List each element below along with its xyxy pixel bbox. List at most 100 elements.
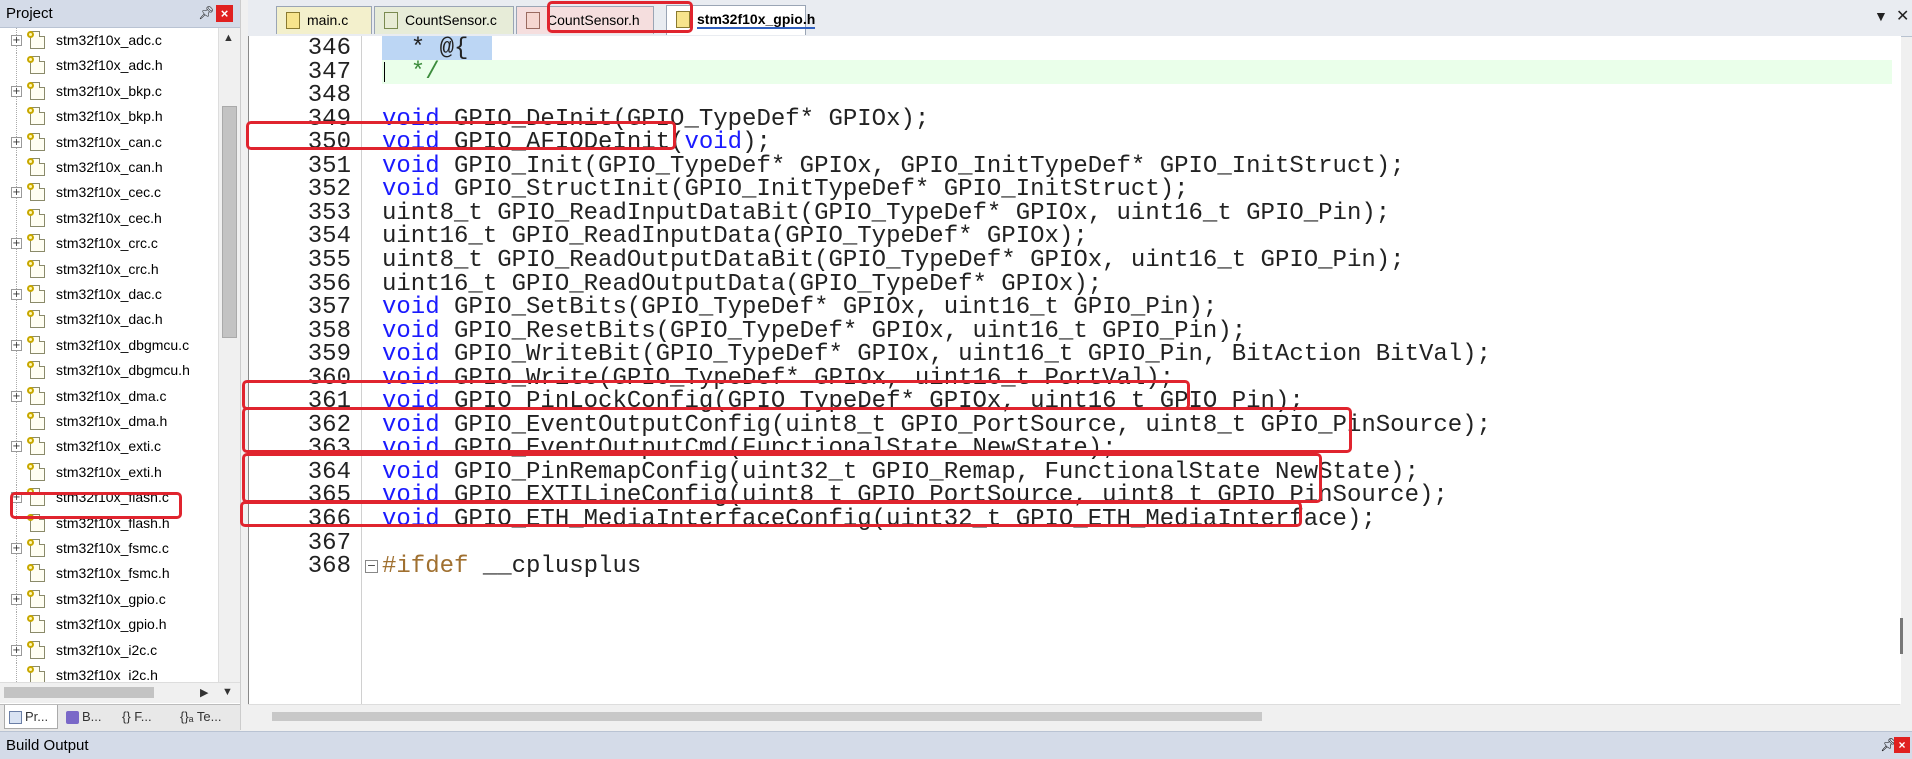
tree-hscroll-thumb[interactable] [4, 687, 154, 698]
tree-file-item[interactable]: stm32f10x_dac.h [0, 307, 218, 333]
tree-file-label: stm32f10x_dma.h [56, 413, 168, 429]
key-icon [27, 335, 34, 343]
tree-file-item[interactable]: + stm32f10x_can.c [0, 129, 218, 155]
file-icon [27, 640, 45, 659]
tree-file-item[interactable]: + stm32f10x_fsmc.c [0, 536, 218, 561]
code-line[interactable]: #ifdef __cplusplus [382, 552, 641, 581]
tab-books[interactable]: B... [62, 705, 114, 729]
tree-file-item[interactable]: stm32f10x_cec.h [0, 205, 218, 231]
close-icon[interactable]: × [1894, 737, 1910, 753]
tree-file-label: stm32f10x_dac.h [56, 311, 163, 328]
expand-icon[interactable]: + [11, 441, 22, 453]
scroll-right-arrow-icon[interactable]: ▶ [200, 686, 208, 699]
file-icon [27, 539, 45, 557]
tree-file-item[interactable]: + stm32f10x_exti.c [0, 434, 218, 460]
tree-file-item[interactable]: stm32f10x_gpio.h [0, 612, 218, 638]
pin-icon[interactable]: 📌︎ [198, 5, 215, 21]
tree-file-item[interactable]: stm32f10x_adc.h [0, 53, 218, 79]
file-icon [27, 615, 45, 634]
expand-icon[interactable]: + [11, 390, 22, 402]
tree-vertical-scrollbar[interactable]: ▲ [218, 28, 241, 682]
tree-file-label: stm32f10x_can.h [56, 159, 163, 175]
tree-file-item[interactable]: stm32f10x_bkp.h [0, 104, 218, 130]
tab-list-dropdown-icon[interactable]: ▼ [1874, 8, 1888, 24]
key-icon [27, 412, 34, 419]
editor-horizontal-scrollbar[interactable] [248, 704, 1900, 729]
scroll-up-arrow-icon[interactable]: ▲ [223, 32, 234, 44]
fold-toggle-icon[interactable]: − [365, 560, 378, 574]
key-icon [27, 208, 34, 216]
tree-file-item[interactable]: + stm32f10x_adc.c [0, 28, 218, 53]
editor-hscroll-thumb[interactable] [272, 712, 1262, 721]
tree-connector-line [16, 409, 18, 434]
key-icon [27, 183, 34, 191]
tree-file-label: stm32f10x_bkp.c [56, 82, 162, 99]
expand-icon[interactable]: + [11, 339, 22, 351]
expand-icon[interactable]: + [11, 187, 22, 199]
tab-templates[interactable]: {}ₐ Te... [176, 705, 236, 729]
expand-icon[interactable]: + [11, 136, 22, 148]
tree-file-item[interactable]: stm32f10x_i2c.h [0, 663, 218, 682]
tree-file-item[interactable]: + stm32f10x_cec.c [0, 180, 218, 206]
tree-file-item[interactable]: stm32f10x_can.h [0, 155, 218, 180]
tab-countsensor-c[interactable]: CountSensor.c [374, 6, 514, 34]
expand-icon[interactable]: + [11, 644, 22, 656]
file-icon [27, 564, 45, 583]
key-icon [27, 132, 34, 140]
tree-file-item[interactable]: + stm32f10x_crc.c [0, 231, 218, 257]
tree-file-label: stm32f10x_can.c [56, 133, 162, 150]
expand-icon[interactable]: + [11, 289, 22, 300]
file-icon [27, 412, 45, 430]
tab-functions[interactable]: {} F... [118, 705, 170, 729]
editor-vscroll-thumb[interactable] [1900, 618, 1903, 654]
file-icon [27, 335, 45, 354]
tree-file-label: stm32f10x_i2c.h [56, 667, 158, 682]
tree-file-item[interactable]: stm32f10x_dma.h [0, 409, 218, 434]
key-icon [27, 462, 34, 470]
expand-icon[interactable]: + [11, 35, 22, 46]
key-icon [27, 31, 34, 38]
tree-file-item[interactable]: stm32f10x_dbgmcu.h [0, 358, 218, 384]
tree-horizontal-scrollbar[interactable]: ▶ ▼ [0, 682, 240, 703]
file-icon [27, 208, 45, 227]
expand-icon[interactable]: + [11, 85, 22, 97]
tree-file-item[interactable]: + stm32f10x_bkp.c [0, 78, 218, 104]
close-tab-icon[interactable]: ✕ [1896, 6, 1909, 26]
tree-file-item[interactable]: stm32f10x_exti.h [0, 459, 218, 485]
file-icon [286, 12, 300, 29]
tree-connector-line [16, 358, 18, 384]
project-panel: Project 📌︎ × + stm32f10x_adc.c stm32f10x_a… [0, 0, 244, 731]
scroll-down-arrow-icon[interactable]: ▼ [222, 686, 233, 698]
file-icon [27, 56, 45, 75]
tab-label: CountSensor.c [405, 12, 497, 28]
tree-connector-line [16, 104, 18, 130]
tree-file-item[interactable]: stm32f10x_fsmc.h [0, 561, 218, 587]
tab-project-label: Pr... [25, 709, 49, 724]
key-icon [27, 259, 34, 267]
tree-connector-line [16, 53, 18, 79]
tab-main-c[interactable]: main.c [276, 6, 372, 34]
highlight-box-line-350 [246, 121, 676, 150]
expand-icon[interactable]: + [11, 593, 22, 605]
tree-file-item[interactable]: stm32f10x_crc.h [0, 256, 218, 282]
tree-file-item[interactable]: + stm32f10x_dac.c [0, 282, 218, 307]
expand-icon[interactable]: + [11, 238, 22, 250]
key-icon [27, 539, 34, 546]
file-icon [27, 183, 45, 202]
close-icon[interactable]: × [216, 5, 233, 22]
code-line[interactable]: */ [382, 58, 440, 87]
tree-file-label: stm32f10x_i2c.c [56, 641, 158, 658]
tree-file-item[interactable]: + stm32f10x_gpio.c [0, 586, 218, 612]
tree-file-label: stm32f10x_dbgmcu.h [56, 362, 190, 379]
tree-file-item[interactable]: + stm32f10x_dma.c [0, 383, 218, 409]
project-file-tree: + stm32f10x_adc.c stm32f10x_adc.h + stm32f10… [0, 28, 218, 682]
tree-scroll-thumb[interactable] [222, 106, 237, 338]
expand-icon[interactable]: + [11, 543, 22, 554]
highlight-box-line-366 [240, 501, 1302, 527]
tab-templates-label: {}ₐ Te... [180, 709, 222, 724]
tree-file-item[interactable]: + stm32f10x_dbgmcu.c [0, 332, 218, 358]
tree-file-item[interactable]: + stm32f10x_i2c.c [0, 637, 218, 663]
build-output-panel: Build Output 📌︎ × [0, 731, 1912, 759]
tab-project[interactable]: Pr... [4, 705, 58, 729]
tree-file-label: stm32f10x_fsmc.c [56, 540, 169, 556]
